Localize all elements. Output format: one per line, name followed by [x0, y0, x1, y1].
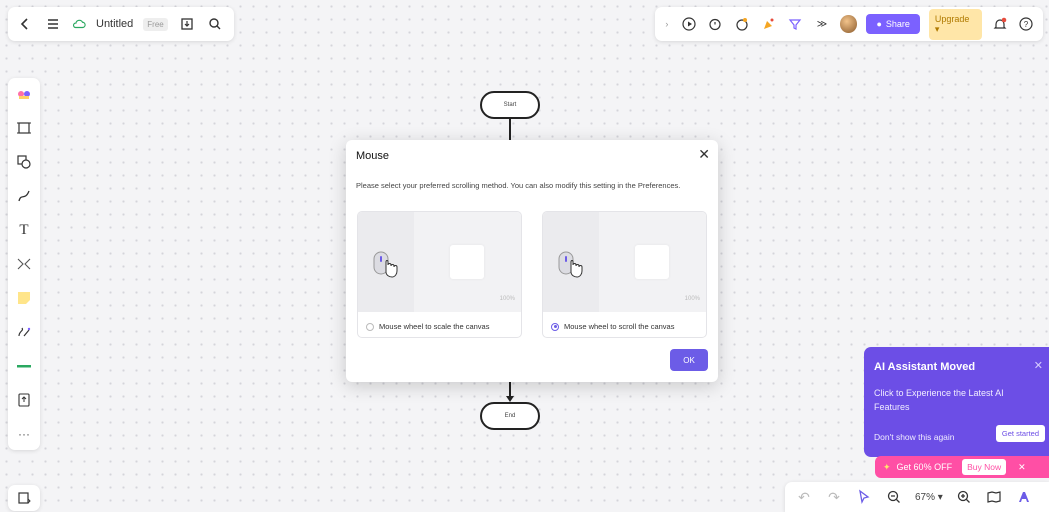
draw-icon[interactable] — [14, 322, 34, 342]
document-title[interactable]: Untitled — [96, 18, 133, 30]
search-icon[interactable] — [206, 15, 224, 33]
notification-icon[interactable] — [991, 15, 1009, 33]
promo-offer: Get 60% OFF — [896, 462, 953, 472]
close-icon[interactable]: ✕ — [698, 146, 710, 163]
map-icon[interactable] — [985, 488, 1003, 506]
option-scale-canvas[interactable]: 100% Mouse wheel to scale the canvas — [357, 211, 522, 338]
reaction-icon[interactable] — [733, 15, 751, 33]
ai-assistant-popup: AI Assistant Moved ✕ Click to Experience… — [864, 347, 1049, 457]
dont-show-again-link[interactable]: Don't show this again — [874, 432, 955, 442]
canvas-preview — [635, 245, 669, 279]
bottom-left-toolbar — [8, 485, 40, 511]
buy-now-button[interactable]: Buy Now — [962, 459, 1007, 475]
filter-icon[interactable] — [786, 15, 804, 33]
flowchart-start-node[interactable]: Start — [480, 91, 540, 119]
dialog-title: Mouse — [356, 150, 390, 162]
mouse-settings-dialog: Mouse ✕ Please select your preferred scr… — [346, 140, 718, 382]
zoom-hint: 100% — [499, 296, 515, 302]
undo-icon[interactable]: ↶ — [795, 488, 813, 506]
save-icon[interactable] — [178, 15, 196, 33]
radio-scale[interactable] — [366, 322, 374, 331]
celebrate-icon[interactable] — [760, 15, 778, 33]
left-toolbar: T ··· — [8, 78, 40, 450]
pages-icon[interactable] — [15, 489, 33, 507]
plan-badge: Free — [143, 17, 168, 31]
get-started-button[interactable]: Get started — [995, 425, 1045, 442]
more-icon[interactable]: ≫ — [813, 15, 831, 33]
ai-logo-icon[interactable] — [1015, 488, 1033, 506]
close-icon[interactable]: ✕ — [1018, 462, 1026, 473]
sticky-note-icon[interactable] — [14, 288, 34, 308]
help-icon[interactable]: ? — [1017, 15, 1035, 33]
option-label[interactable]: Mouse wheel to scroll the canvas — [551, 322, 674, 331]
close-icon[interactable]: ✕ — [1034, 359, 1043, 372]
bottom-right-toolbar: ↶ ↷ 67% ▾ — [785, 482, 1049, 512]
pen-icon[interactable] — [14, 186, 34, 206]
connector-line — [509, 119, 511, 141]
option-label[interactable]: Mouse wheel to scale the canvas — [366, 322, 489, 331]
redo-icon[interactable]: ↷ — [825, 488, 843, 506]
timer-icon[interactable] — [707, 15, 725, 33]
ok-button[interactable]: OK — [670, 349, 708, 371]
menu-icon[interactable] — [44, 15, 62, 33]
share-button[interactable]: ● Share — [866, 14, 920, 34]
radio-scroll[interactable] — [551, 322, 559, 331]
mouse-wheel-icon — [558, 251, 583, 278]
ai-popup-title: AI Assistant Moved — [874, 361, 976, 373]
pointer-icon[interactable] — [855, 488, 873, 506]
text-icon[interactable]: T — [14, 220, 34, 240]
gift-icon: ✦ — [883, 461, 891, 472]
top-left-toolbar: Untitled Free — [8, 7, 234, 41]
option-preview: 100% — [358, 212, 521, 312]
shape-icon[interactable] — [14, 152, 34, 172]
zoom-hint: 100% — [684, 296, 700, 302]
option-scroll-canvas[interactable]: 100% Mouse wheel to scroll the canvas — [542, 211, 707, 338]
collapse-icon[interactable]: › — [663, 15, 671, 33]
line-icon[interactable] — [14, 356, 34, 376]
top-right-toolbar: › ≫ ● Share Upgrade ▾ ? — [655, 7, 1043, 41]
zoom-in-icon[interactable] — [955, 488, 973, 506]
play-icon[interactable] — [680, 15, 698, 33]
upgrade-button[interactable]: Upgrade ▾ — [928, 8, 982, 40]
more-tools-icon[interactable]: ··· — [14, 424, 34, 444]
canvas-preview — [450, 245, 484, 279]
upload-icon[interactable] — [14, 390, 34, 410]
mouse-wheel-icon — [373, 251, 398, 278]
template-icon[interactable] — [14, 84, 34, 104]
ai-popup-description[interactable]: Click to Experience the Latest AI Featur… — [874, 386, 1034, 414]
user-icon: ● — [876, 19, 882, 29]
frame-icon[interactable] — [14, 118, 34, 138]
back-icon[interactable] — [16, 15, 34, 33]
promo-bar: ✦ Get 60% OFF Buy Now ✕ — [875, 456, 1049, 478]
connector-icon[interactable] — [14, 254, 34, 274]
svg-text:?: ? — [1024, 20, 1029, 29]
dialog-description: Please select your preferred scrolling m… — [356, 181, 681, 190]
zoom-level[interactable]: 67% ▾ — [915, 492, 943, 503]
avatar[interactable] — [839, 15, 858, 33]
cloud-icon — [72, 15, 86, 33]
option-preview: 100% — [543, 212, 706, 312]
zoom-out-icon[interactable] — [885, 488, 903, 506]
flowchart-end-node[interactable]: End — [480, 402, 540, 430]
